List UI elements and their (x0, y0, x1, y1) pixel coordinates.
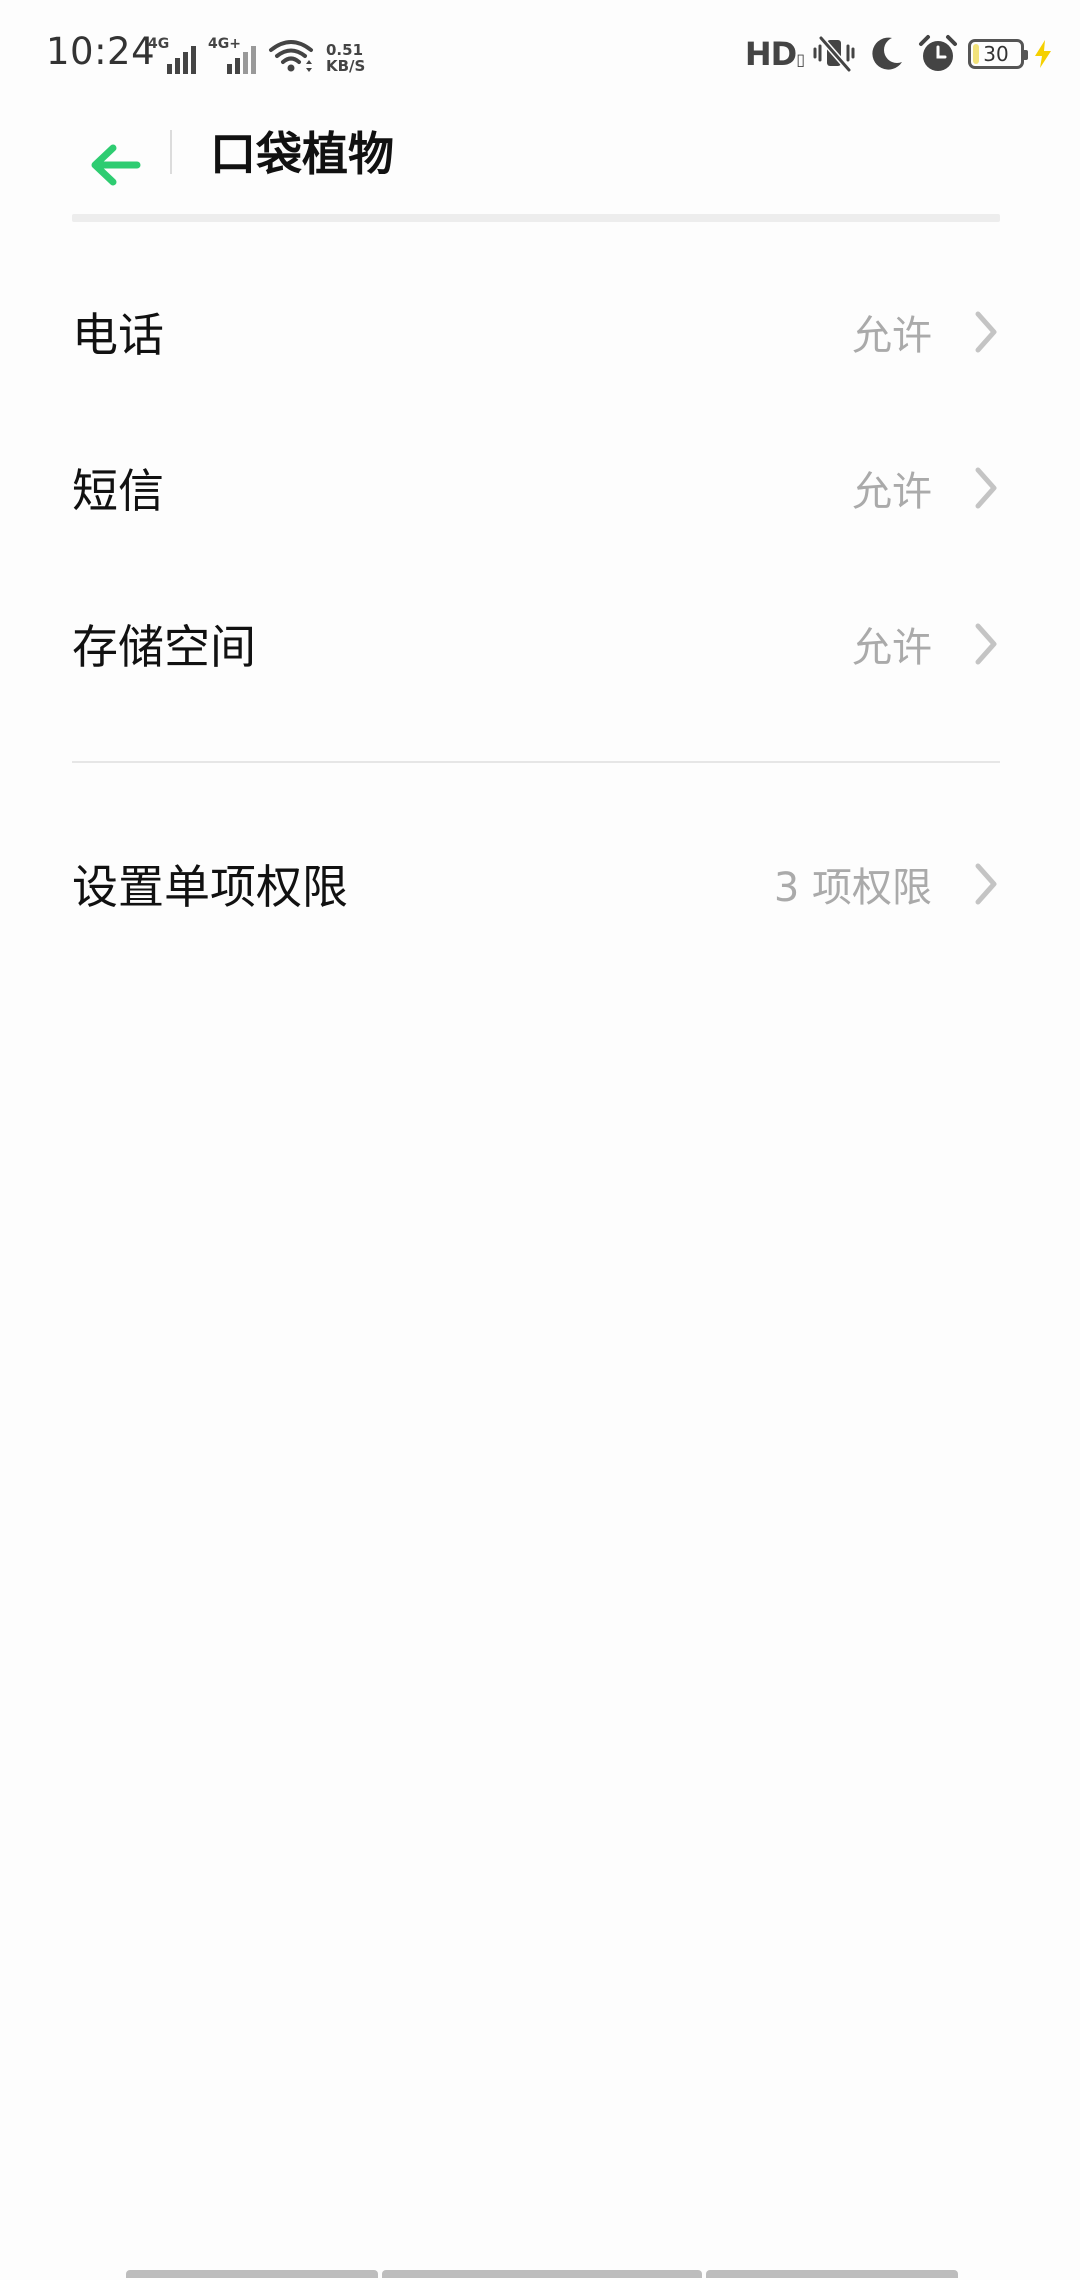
moon-icon (872, 37, 902, 70)
permission-label: 电话 (72, 308, 164, 362)
page-title: 口袋植物 (210, 127, 394, 181)
navigation-gesture-bar[interactable] (126, 2270, 958, 2280)
app-bar-divider (170, 130, 172, 174)
status-right-icons: HD▯ 30 (745, 32, 1054, 76)
chevron-right-icon (975, 623, 997, 665)
network-speed: 0.51 KB/S (326, 42, 365, 74)
speed-unit: KB/S (326, 57, 366, 75)
charging-bolt-icon (1035, 40, 1051, 68)
speed-value: 0.51 (326, 41, 364, 59)
header-divider (72, 214, 1000, 222)
battery-icon: 30 (968, 39, 1028, 69)
status-time: 10:24 (46, 30, 156, 73)
permission-status: 允许 (852, 625, 932, 671)
permission-row-sms[interactable]: 短信 允许 (72, 428, 1000, 548)
hd-indicator: HD▯ (744, 35, 805, 73)
single-permission-label: 设置单项权限 (72, 860, 348, 914)
status-left-icons: 4G 4G+ 0.51 KB/S (148, 34, 365, 74)
chevron-right-icon (975, 467, 997, 509)
section-divider (72, 761, 1000, 763)
permission-label: 短信 (72, 464, 164, 518)
signal-icon: 4G+ (208, 36, 256, 74)
hd-label: HD (744, 35, 797, 73)
app-bar: 口袋植物 (0, 110, 1080, 220)
permission-label: 存储空间 (72, 620, 256, 674)
vibrate-off-icon (813, 36, 855, 72)
single-permission-row[interactable]: 设置单项权限 3 项权限 (72, 824, 1000, 944)
back-button[interactable] (70, 120, 160, 210)
chevron-right-icon (975, 311, 997, 353)
chevron-right-icon (975, 863, 997, 905)
signal-icon: 4G (148, 36, 196, 74)
permission-status: 允许 (852, 469, 932, 515)
battery-level: 30 (983, 42, 1009, 66)
single-permission-count: 3 项权限 (773, 865, 932, 911)
alarm-icon (919, 35, 957, 71)
wifi-icon (269, 40, 313, 72)
arrow-left-icon (91, 144, 141, 186)
permission-status: 允许 (852, 313, 932, 359)
permission-row-phone[interactable]: 电话 允许 (72, 272, 1000, 392)
status-bar: 10:24 4G 4G+ 0.51 KB/S HD▯ 30 (0, 0, 1080, 110)
screen: 10:24 4G 4G+ 0.51 KB/S HD▯ 30 口袋植物 电话 允许… (0, 0, 1080, 2280)
permission-row-storage[interactable]: 存储空间 允许 (72, 584, 1000, 704)
